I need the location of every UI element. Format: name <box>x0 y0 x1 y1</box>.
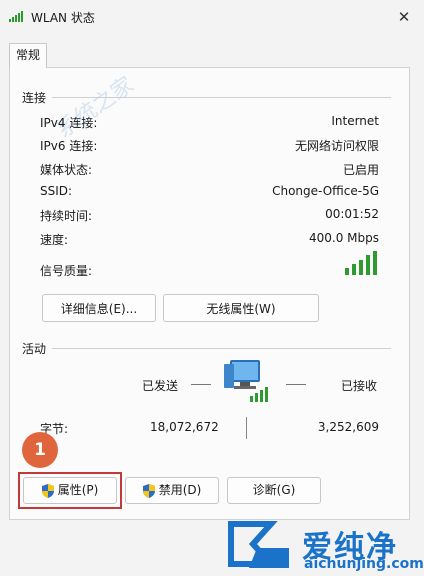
tab-general[interactable]: 常规 <box>9 43 47 68</box>
received-bytes-value: 3,252,609 <box>317 420 379 434</box>
step-number-badge: 1 <box>22 432 58 468</box>
sent-label: 已发送 <box>142 379 179 393</box>
disable-button[interactable]: 禁用(D) <box>125 477 219 504</box>
ssid-value: Chonge-Office-5G <box>272 184 379 198</box>
media-state-label: 媒体状态: <box>40 163 93 177</box>
ipv6-label: IPv6 连接: <box>40 139 98 153</box>
uac-shield-icon <box>142 483 155 498</box>
activity-divider <box>52 348 391 349</box>
title-bar: WLAN 状态 ✕ <box>0 0 424 34</box>
properties-highlight-box <box>18 472 122 509</box>
details-button-label: 详细信息(E)... <box>60 301 138 316</box>
close-button[interactable]: ✕ <box>392 6 416 28</box>
diagnose-button-label: 诊断(G) <box>252 483 296 497</box>
wireless-properties-button[interactable]: 无线属性(W) <box>163 294 319 322</box>
activity-group-label: 活动 <box>22 342 47 356</box>
ipv6-value: 无网络访问权限 <box>294 139 379 153</box>
wifi-signal-icon <box>9 11 23 22</box>
disable-button-label: 禁用(D) <box>158 483 202 497</box>
wireless-properties-button-label: 无线属性(W) <box>206 301 276 316</box>
brand-url: aichunjing.com <box>304 556 424 572</box>
received-label: 已接收 <box>341 379 378 393</box>
connection-divider <box>52 97 391 98</box>
media-state-value: 已启用 <box>342 163 379 177</box>
signal-quality-label: 信号质量: <box>40 264 93 278</box>
bytes-separator <box>246 417 247 439</box>
connection-group-label: 连接 <box>22 91 47 105</box>
network-computer-icon <box>224 360 268 402</box>
close-icon: ✕ <box>397 8 411 26</box>
signal-strength-icon <box>345 251 377 275</box>
received-dash <box>286 384 306 385</box>
duration-value: 00:01:52 <box>325 207 379 221</box>
brand-logo-icon <box>228 521 289 568</box>
sent-bytes-value: 18,072,672 <box>150 420 219 434</box>
speed-label: 速度: <box>40 233 69 247</box>
sent-dash <box>191 384 211 385</box>
diagnose-button[interactable]: 诊断(G) <box>227 477 321 504</box>
ssid-label: SSID: <box>40 184 73 198</box>
window-title: WLAN 状态 <box>31 11 95 25</box>
duration-label: 持续时间: <box>40 209 93 223</box>
speed-value: 400.0 Mbps <box>308 231 379 245</box>
details-button[interactable]: 详细信息(E)... <box>42 294 156 322</box>
ipv4-label: IPv4 连接: <box>40 116 98 130</box>
ipv4-value: Internet <box>331 114 379 128</box>
